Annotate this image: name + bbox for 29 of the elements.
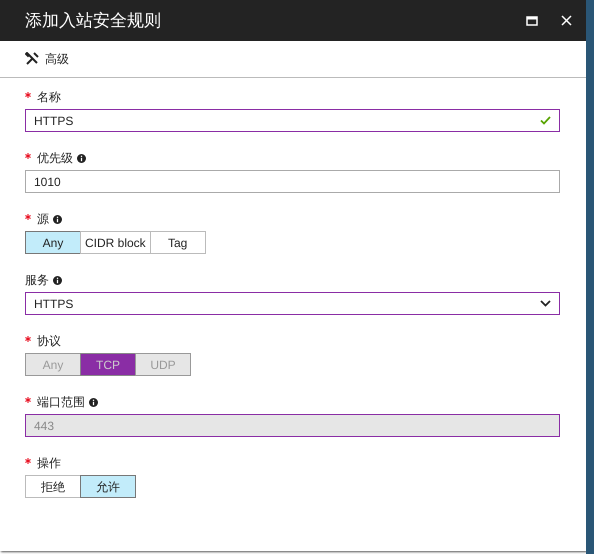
- info-icon[interactable]: [53, 276, 62, 284]
- segment-option[interactable]: Tag: [150, 231, 206, 254]
- segment-option[interactable]: 允许: [80, 475, 136, 498]
- tools-icon: [25, 52, 39, 66]
- field-label: 优先级: [37, 150, 73, 167]
- info-icon[interactable]: [53, 214, 62, 224]
- segment-option[interactable]: 拒绝: [25, 475, 81, 498]
- field-label: 端口范围: [37, 394, 85, 411]
- info-icon[interactable]: [77, 154, 86, 162]
- field-label: 操作: [37, 455, 61, 472]
- segment-option[interactable]: CIDR block: [80, 231, 151, 254]
- field-value: HTTPS: [34, 112, 74, 130]
- advanced-button[interactable]: 高级: [25, 50, 69, 68]
- field-label: 协议: [37, 333, 61, 350]
- window-title: 添加入站安全规则: [25, 10, 162, 32]
- text-field[interactable]: HTTPS: [25, 109, 560, 132]
- checkmark-icon: [540, 116, 551, 125]
- dropdown-select[interactable]: HTTPS: [25, 292, 560, 315]
- close-icon: [560, 15, 572, 26]
- maximize-icon: [526, 16, 538, 26]
- text-field[interactable]: 1010: [25, 170, 560, 193]
- field-label: 服务: [25, 272, 49, 289]
- chevron-down-icon: [540, 300, 551, 307]
- segment-option[interactable]: Any: [25, 231, 81, 254]
- dropdown-value: HTTPS: [34, 296, 74, 312]
- field-value: 443: [34, 418, 56, 434]
- field-value: 1010: [34, 174, 62, 190]
- field-label: 源: [37, 211, 49, 228]
- field-label: 名称: [37, 89, 61, 106]
